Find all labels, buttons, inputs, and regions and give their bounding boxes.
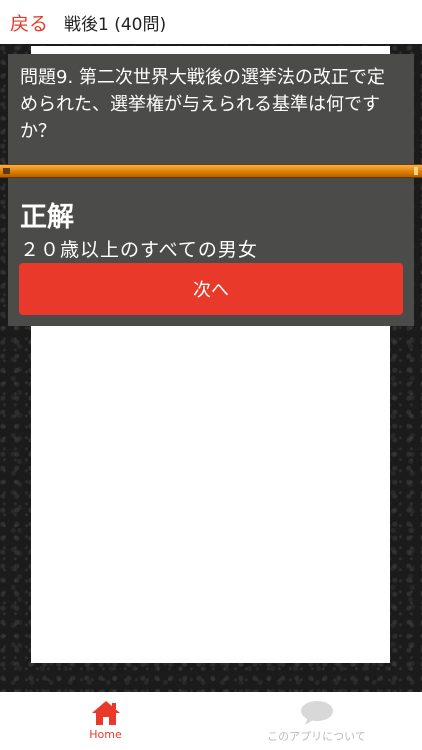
next-button[interactable]: 次へ xyxy=(19,263,403,315)
answer-text: ２０歳以上のすべての男女 xyxy=(20,239,258,261)
tab-home-label: Home xyxy=(89,728,122,741)
answer-box: 正解 ２０歳以上のすべての男女 次へ xyxy=(8,191,414,326)
tab-about[interactable]: このアプリについて xyxy=(211,692,422,750)
home-icon xyxy=(91,701,120,725)
back-button[interactable]: 戻る xyxy=(10,9,48,36)
question-box: 問題9. 第二次世界大戦後の選挙法の改正で定められた、選挙権が与えられる基準は何… xyxy=(8,54,414,200)
tab-about-label: このアプリについて xyxy=(267,730,366,743)
tab-bar: Home このアプリについて xyxy=(0,692,422,750)
progress-bar xyxy=(0,164,422,178)
progress-handle xyxy=(3,168,10,174)
app-header: 戻る 戦後1 (40問) xyxy=(0,0,422,44)
page-title: 戦後1 (40問) xyxy=(64,14,167,35)
quiz-stage: 問題9. 第二次世界大戦後の選挙法の改正で定められた、選挙権が与えられる基準は何… xyxy=(0,44,422,692)
speech-bubble-icon xyxy=(300,701,333,725)
progress-end-cap xyxy=(414,167,418,175)
tab-home[interactable]: Home xyxy=(0,692,211,750)
answer-title: 正解 xyxy=(20,202,74,233)
question-text: 問題9. 第二次世界大戦後の選挙法の改正で定められた、選挙権が与えられる基準は何… xyxy=(20,67,385,142)
